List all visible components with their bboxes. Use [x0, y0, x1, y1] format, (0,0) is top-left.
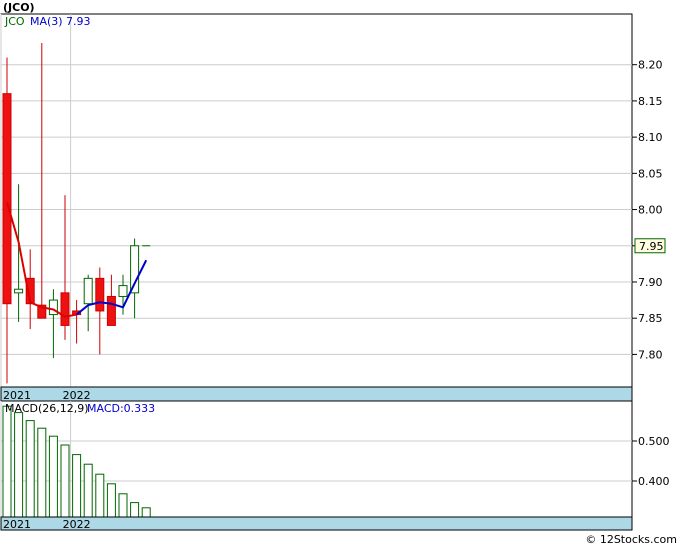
macd-bar — [83, 463, 93, 518]
macd-bar — [72, 454, 82, 518]
macd-bar — [118, 493, 128, 518]
candle-body — [106, 295, 116, 326]
price-date-label: 2021 — [3, 389, 31, 402]
price-tick-label: 7.80 — [638, 348, 663, 361]
candle-body — [83, 277, 93, 305]
candle-body — [118, 285, 128, 297]
candle-body — [14, 288, 24, 294]
macd-date-label: 2022 — [63, 518, 91, 531]
chart-title: (JCO) — [3, 1, 35, 14]
macd-bar — [95, 473, 105, 518]
stock-chart: (JCO) © 12Stocks.com 8.20 8.15 8.10 8.05 8.0… — [0, 1, 677, 546]
price-tick-label: 8.15 — [638, 95, 663, 108]
macd-date-label: 2021 — [3, 518, 31, 531]
macd-bar — [2, 405, 12, 518]
macd-bar — [141, 507, 151, 518]
macd-tick-label: 0.400 — [638, 475, 670, 488]
macd-bar — [130, 502, 140, 518]
price-tick-label: 8.05 — [638, 167, 663, 180]
last-price-label: 7.95 — [639, 240, 664, 253]
price-tick-label: 8.20 — [638, 59, 663, 72]
macd-bar — [25, 420, 35, 518]
price-legend-ma-label: MA(3) — [30, 15, 63, 28]
price-tick-label: 7.85 — [638, 312, 663, 325]
price-legend-ma-value: 7.93 — [66, 15, 91, 28]
price-legend-symbol: JCO — [4, 15, 25, 28]
price-tick-label: 8.00 — [638, 204, 663, 217]
macd-legend-label: MACD(26,12,9) — [5, 402, 89, 415]
price-panel-frame — [0, 13, 633, 388]
price-date-axis — [0, 386, 633, 402]
candle-body — [2, 93, 12, 305]
price-tick-label: 8.10 — [638, 131, 663, 144]
candle-body — [95, 277, 105, 312]
macd-bar — [60, 444, 70, 518]
macd-bar — [37, 427, 47, 518]
price-tick-label: 7.90 — [638, 276, 663, 289]
macd-date-axis — [0, 516, 633, 531]
candle-body — [60, 292, 70, 326]
macd-bar — [14, 412, 24, 518]
candle-body — [130, 245, 140, 294]
macd-bar — [106, 483, 116, 518]
price-date-label: 2022 — [63, 389, 91, 402]
macd-legend-value: MACD:0.333 — [87, 402, 155, 415]
macd-tick-label: 0.500 — [638, 435, 670, 448]
macd-bar — [48, 435, 58, 518]
copyright-footer: © 12Stocks.com — [585, 533, 677, 546]
